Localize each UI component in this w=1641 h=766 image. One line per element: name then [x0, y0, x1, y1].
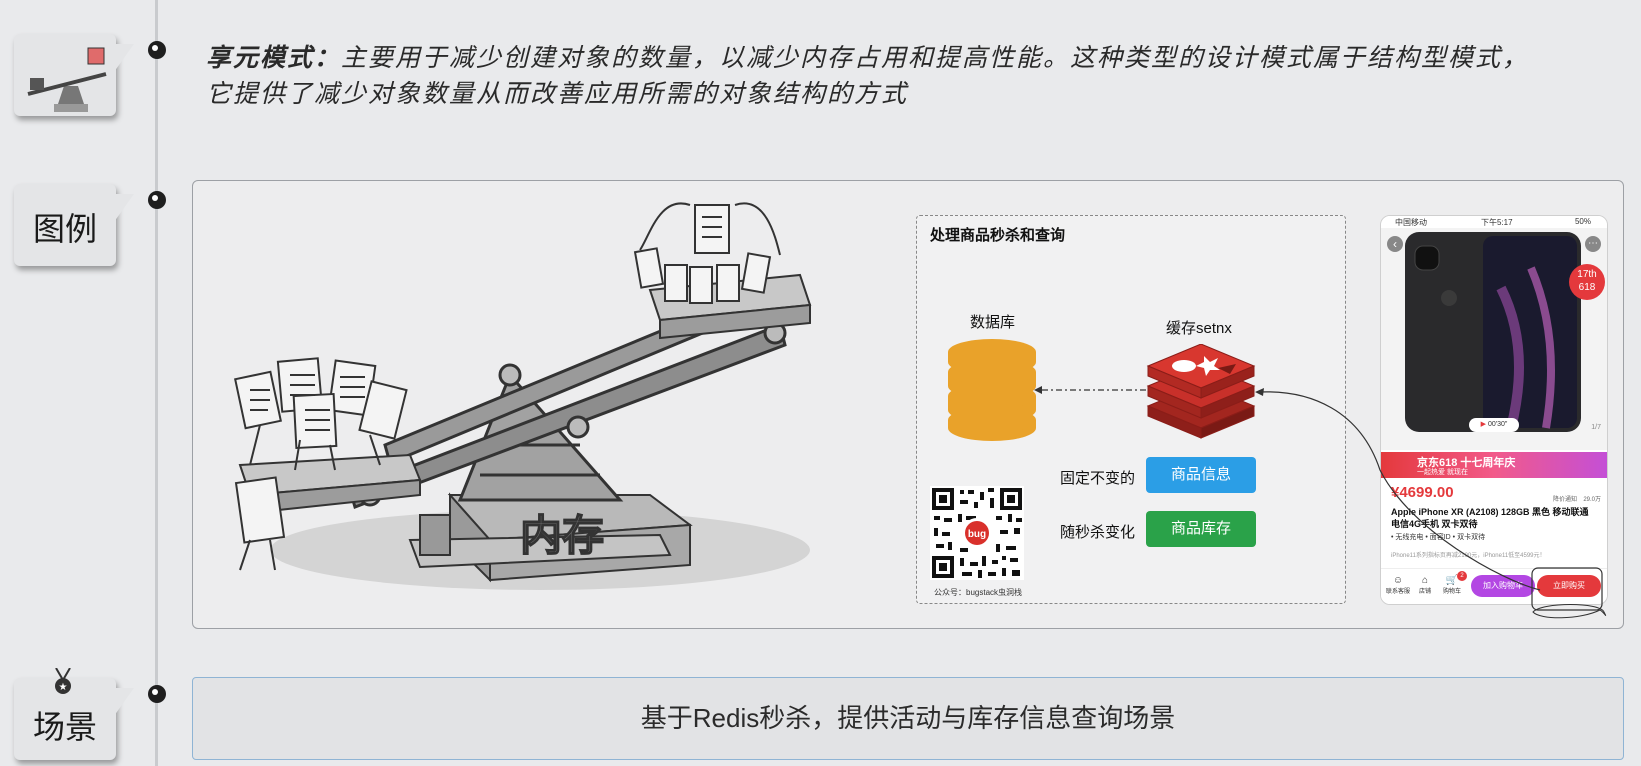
- timeline-line: [155, 0, 158, 766]
- intro-title: 享元模式：: [206, 43, 342, 72]
- carrier-text: 中国移动: [1395, 218, 1427, 227]
- legend-label: 图例: [32, 210, 97, 248]
- scene-label: 场景: [32, 708, 97, 746]
- timeline-dot: [148, 685, 166, 703]
- qr-badge: bug: [968, 529, 986, 540]
- scene-box: 基于Redis秒杀，提供活动与库存信息查询场景: [192, 677, 1624, 760]
- buy-to-cache-arrow: [1255, 388, 1607, 619]
- battery-text: 50%: [1574, 217, 1591, 226]
- scene-tag: ★ 场景: [14, 668, 134, 760]
- more-icon[interactable]: ⋯: [1585, 236, 1601, 252]
- anniversary-badge: 17th 618: [1569, 264, 1605, 300]
- seesaw-illustration: 内存: [234, 202, 812, 590]
- intro-paragraph: 享元模式：主要用于减少创建对象的数量，以减少内存占用和提高性能。这种类型的设计模…: [206, 40, 1536, 112]
- back-icon[interactable]: ‹: [1387, 236, 1403, 252]
- medal-icon: ★: [55, 668, 71, 694]
- fixed-label: 固定不变的: [1060, 470, 1136, 487]
- timeline-dot: [148, 191, 166, 209]
- cache-label: 缓存setnx: [1166, 320, 1232, 337]
- clock-text: 下午5:17: [1481, 218, 1513, 227]
- database-icon: [948, 339, 1036, 441]
- timeline-dot: [148, 41, 166, 59]
- memory-label: 内存: [520, 511, 604, 560]
- seesaw-icon: [27, 47, 107, 112]
- seesaw-tag: [14, 34, 134, 116]
- badge-top: 17th: [1577, 269, 1597, 280]
- badge-bottom: 618: [1578, 282, 1596, 293]
- legend-tag: 图例: [14, 184, 134, 266]
- cache-to-db-arrow: [1034, 386, 1146, 394]
- scene-text: 基于Redis秒杀，提供活动与库存信息查询场景: [640, 703, 1176, 733]
- qr-caption: 公众号：bugstack虫洞栈: [934, 588, 1023, 597]
- qr-code: bug: [930, 486, 1024, 580]
- database-label: 数据库: [970, 314, 1016, 331]
- svg-text:★: ★: [59, 682, 68, 693]
- panel-title: 处理商品秒杀和查询: [930, 227, 1066, 244]
- change-label: 随秒杀变化: [1060, 524, 1136, 541]
- intro-text: 主要用于减少创建对象的数量，以减少内存占用和提高性能。这种类型的设计模式属于结构…: [206, 43, 1530, 108]
